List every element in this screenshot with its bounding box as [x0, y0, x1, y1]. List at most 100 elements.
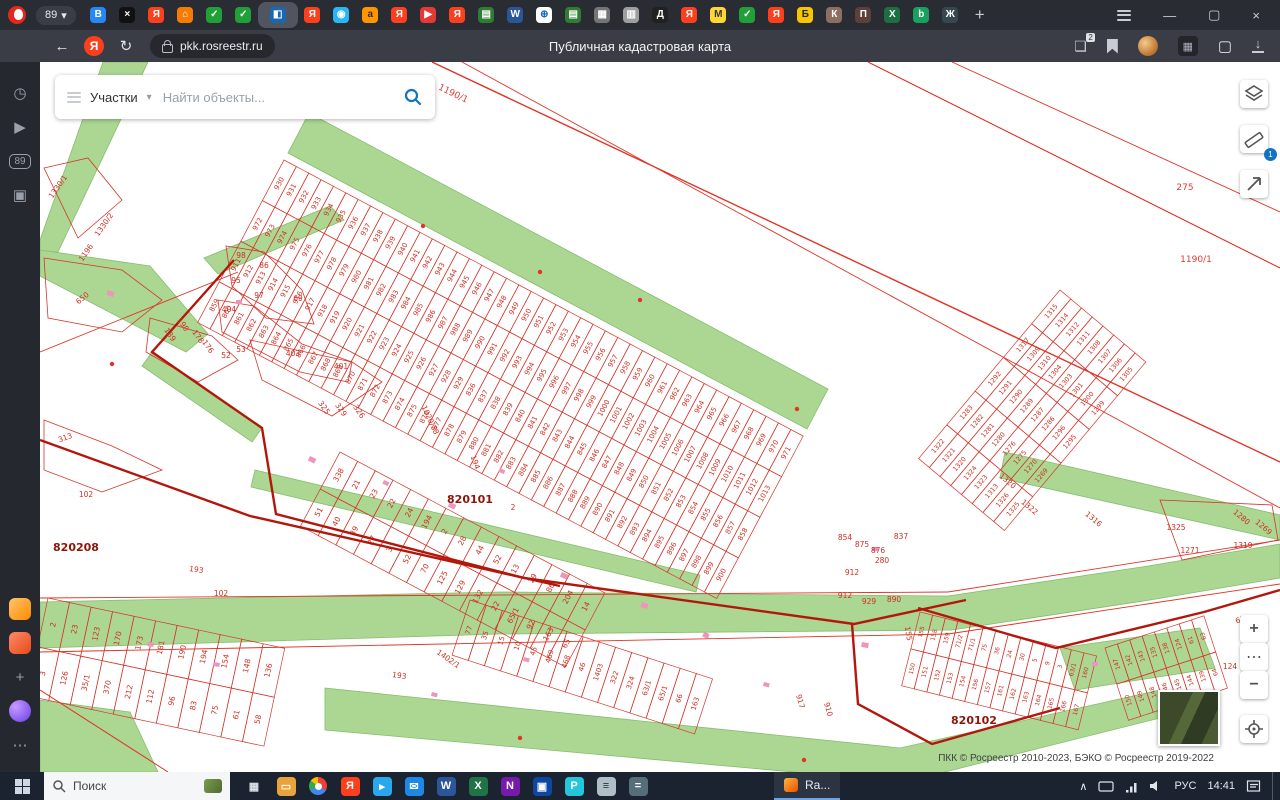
- search-highlight-icon[interactable]: [204, 779, 222, 793]
- tab-11[interactable]: Я: [385, 2, 414, 28]
- side-panel-icon[interactable]: ▢: [1218, 37, 1232, 55]
- tab-16[interactable]: ⊕: [530, 2, 559, 28]
- tabs-badge[interactable]: 89: [0, 144, 40, 178]
- tab-18[interactable]: ▦: [588, 2, 617, 28]
- taskbar-icon-paint[interactable]: P: [558, 772, 590, 800]
- tab-3[interactable]: Я: [142, 2, 171, 28]
- network-icon[interactable]: [1125, 779, 1138, 793]
- tab-10[interactable]: a: [356, 2, 385, 28]
- tab-4[interactable]: ⌂: [171, 2, 200, 28]
- tab-5[interactable]: ✓: [200, 2, 229, 28]
- taskbar-app-ra[interactable]: Ra...: [774, 772, 841, 800]
- tab-13[interactable]: Я: [443, 2, 472, 28]
- yandex-search-icon[interactable]: Я: [84, 36, 104, 56]
- tab-26[interactable]: К: [820, 2, 849, 28]
- tab-19[interactable]: ▥: [617, 2, 646, 28]
- app-purple-icon[interactable]: [0, 694, 40, 728]
- clock[interactable]: 14:41: [1207, 780, 1235, 792]
- chevron-down-icon[interactable]: ▾: [147, 92, 152, 103]
- tab-8[interactable]: Я: [298, 2, 327, 28]
- zoom-menu-button[interactable]: ⋯: [1240, 643, 1268, 671]
- search-input[interactable]: [160, 88, 394, 106]
- tab-9[interactable]: ◉: [327, 2, 356, 28]
- back-button[interactable]: ←: [46, 38, 78, 55]
- tab-17[interactable]: ▤: [559, 2, 588, 28]
- tray-chevron-icon[interactable]: ∧: [1079, 780, 1087, 793]
- minimize-button[interactable]: —: [1163, 8, 1176, 23]
- tab-23[interactable]: ✓: [733, 2, 762, 28]
- language-indicator[interactable]: РУС: [1174, 780, 1196, 792]
- bookmark-icon[interactable]: [1106, 38, 1118, 54]
- map-menu-icon[interactable]: [67, 91, 81, 103]
- search-category[interactable]: Участки: [90, 90, 138, 105]
- more-icon[interactable]: ⋯: [0, 728, 40, 762]
- extension-avatar-icon[interactable]: [1137, 36, 1158, 56]
- taskbar-icon-chrome[interactable]: [302, 772, 334, 800]
- menu-icon[interactable]: [1117, 9, 1132, 21]
- notification-icon[interactable]: [1246, 779, 1261, 793]
- screenshot-icon[interactable]: ▣: [0, 178, 40, 212]
- svg-text:1012: 1012: [745, 477, 760, 496]
- tab-24[interactable]: Я: [762, 2, 791, 28]
- svg-text:71/1: 71/1: [967, 637, 977, 652]
- collections-icon[interactable]: ❏ 2: [1074, 32, 1095, 55]
- tab-27[interactable]: П: [849, 2, 878, 28]
- close-button[interactable]: ×: [1252, 8, 1260, 23]
- tab-28[interactable]: X: [878, 2, 907, 28]
- tab-22[interactable]: М: [704, 2, 733, 28]
- download-icon[interactable]: ↓: [1252, 37, 1264, 53]
- history-icon[interactable]: ◷: [0, 76, 40, 110]
- url-bar[interactable]: pkk.rosreestr.ru: [150, 34, 275, 58]
- yandex-browser-logo-icon[interactable]: [8, 6, 26, 24]
- tab-30[interactable]: Ж: [936, 2, 965, 28]
- search-icon[interactable]: [403, 87, 423, 107]
- zoom-out-button[interactable]: −: [1240, 671, 1268, 699]
- new-tab-button[interactable]: +: [975, 5, 985, 25]
- taskbar-icon-explorer[interactable]: ▭: [270, 772, 302, 800]
- taskbar-icon-photos[interactable]: ▣: [526, 772, 558, 800]
- taskbar-icon-yandex-browser[interactable]: Я: [334, 772, 366, 800]
- svg-text:157: 157: [983, 681, 993, 694]
- volume-icon[interactable]: [1149, 779, 1163, 793]
- tab-favicon: Я: [304, 7, 321, 23]
- measure-button[interactable]: [1240, 125, 1268, 153]
- keyboard-icon[interactable]: [1098, 779, 1115, 794]
- tab-7[interactable]: ◧: [257, 2, 298, 28]
- taskbar-icon-excel[interactable]: X: [462, 772, 494, 800]
- cadastral-map-svg[interactable]: 930 931 932 933 934 935 936 937 938 939 940 941 942 9…: [40, 62, 1280, 772]
- taskbar-search[interactable]: Поиск: [44, 772, 230, 800]
- taskbar-icon-calc[interactable]: =: [622, 772, 654, 800]
- tab-20[interactable]: Д: [646, 2, 675, 28]
- tab-12[interactable]: ▶: [414, 2, 443, 28]
- app-red-icon[interactable]: [0, 626, 40, 660]
- tab-21[interactable]: Я: [675, 2, 704, 28]
- reload-button[interactable]: ↻: [110, 37, 142, 55]
- zoom-in-button[interactable]: +: [1240, 615, 1268, 643]
- taskbar-icon-onenote[interactable]: N: [494, 772, 526, 800]
- tab-counter[interactable]: 89 ▾: [36, 5, 76, 25]
- tab-14[interactable]: ▤: [472, 2, 501, 28]
- show-desktop-button[interactable]: [1272, 772, 1278, 800]
- svg-text:1296: 1296: [1051, 424, 1068, 442]
- taskbar-icon-telegram[interactable]: ▸: [366, 772, 398, 800]
- maximize-button[interactable]: ▢: [1208, 7, 1220, 23]
- add-app-icon[interactable]: +: [0, 660, 40, 694]
- video-icon[interactable]: ▶: [0, 110, 40, 144]
- extension-dark-icon[interactable]: ▦: [1177, 36, 1198, 56]
- navigate-button[interactable]: [1240, 170, 1268, 198]
- tab-15[interactable]: W: [501, 2, 530, 28]
- minimap-thumbnail[interactable]: [1158, 690, 1220, 746]
- layers-button[interactable]: [1240, 80, 1268, 108]
- tab-1[interactable]: В: [84, 2, 113, 28]
- taskbar-icon-notepad[interactable]: ≡: [590, 772, 622, 800]
- tab-2[interactable]: ×: [113, 2, 142, 28]
- taskbar-icon-word[interactable]: W: [430, 772, 462, 800]
- tab-29[interactable]: b: [907, 2, 936, 28]
- taskbar-icon-task-view[interactable]: ▦: [238, 772, 270, 800]
- start-button[interactable]: [0, 772, 44, 800]
- locate-button[interactable]: [1240, 715, 1268, 743]
- app-orange-icon[interactable]: [0, 592, 40, 626]
- taskbar-icon-mail[interactable]: ✉: [398, 772, 430, 800]
- tab-6[interactable]: ✓: [229, 2, 258, 28]
- tab-25[interactable]: Б: [791, 2, 820, 28]
